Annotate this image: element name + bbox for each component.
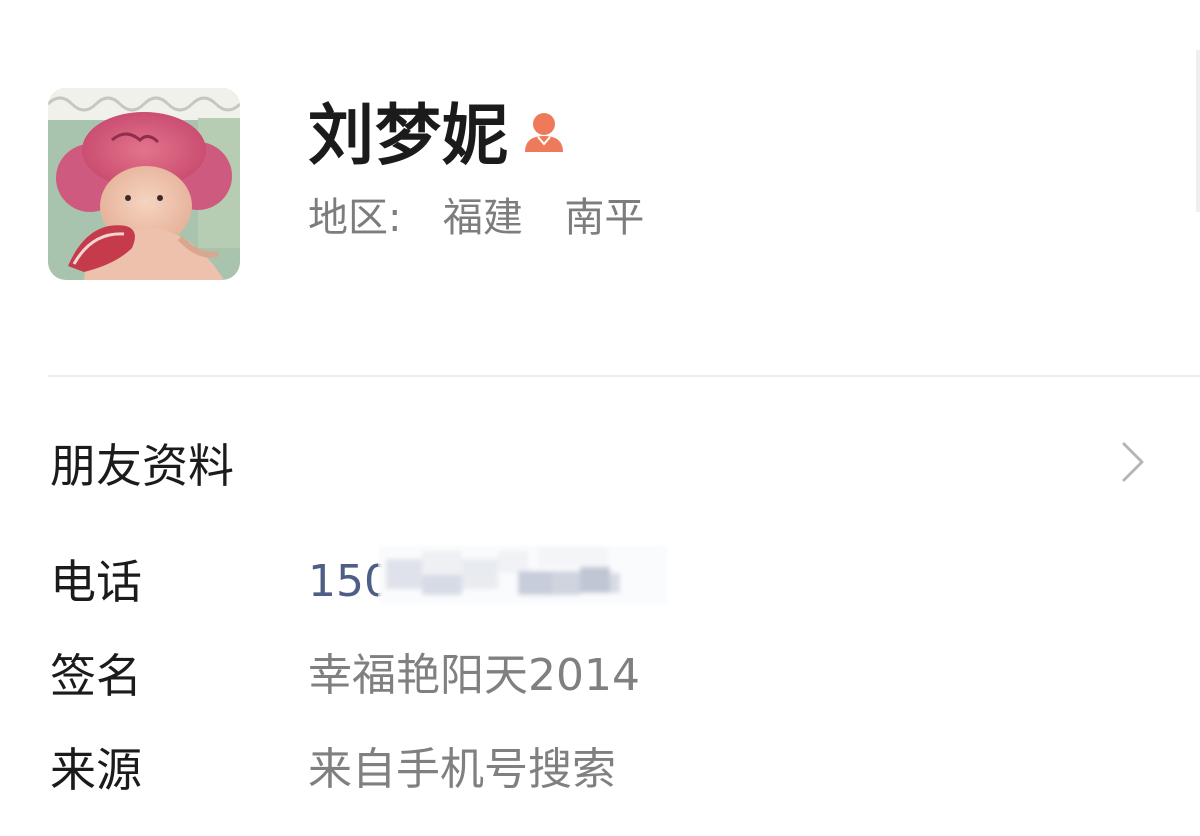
edge-divider bbox=[1196, 50, 1200, 212]
redacted-mosaic bbox=[378, 545, 668, 605]
section-divider bbox=[48, 375, 1200, 377]
contact-profile-page: 刘梦妮 地区: 福建 南平 朋友资料 电话 150 签名 幸福艳阳天2014 来… bbox=[0, 0, 1200, 836]
phone-label: 电话 bbox=[50, 555, 142, 609]
region-line: 地区: 福建 南平 bbox=[308, 194, 644, 242]
contact-name: 刘梦妮 bbox=[308, 97, 509, 174]
region-label: 地区: bbox=[308, 195, 402, 241]
avatar[interactable] bbox=[48, 88, 240, 280]
region-province: 福建 bbox=[442, 195, 523, 241]
friend-profile-label: 朋友资料 bbox=[50, 439, 234, 493]
source-label: 来源 bbox=[50, 743, 142, 797]
signature-value: 幸福艳阳天2014 bbox=[308, 650, 640, 701]
female-user-icon bbox=[521, 108, 567, 154]
source-value: 来自手机号搜索 bbox=[308, 744, 616, 795]
avatar-photo bbox=[48, 88, 240, 280]
friend-profile-row[interactable]: 朋友资料 bbox=[0, 420, 1200, 510]
chevron-right-icon bbox=[1118, 440, 1148, 484]
region-city: 南平 bbox=[564, 195, 645, 241]
signature-label: 签名 bbox=[50, 649, 142, 703]
